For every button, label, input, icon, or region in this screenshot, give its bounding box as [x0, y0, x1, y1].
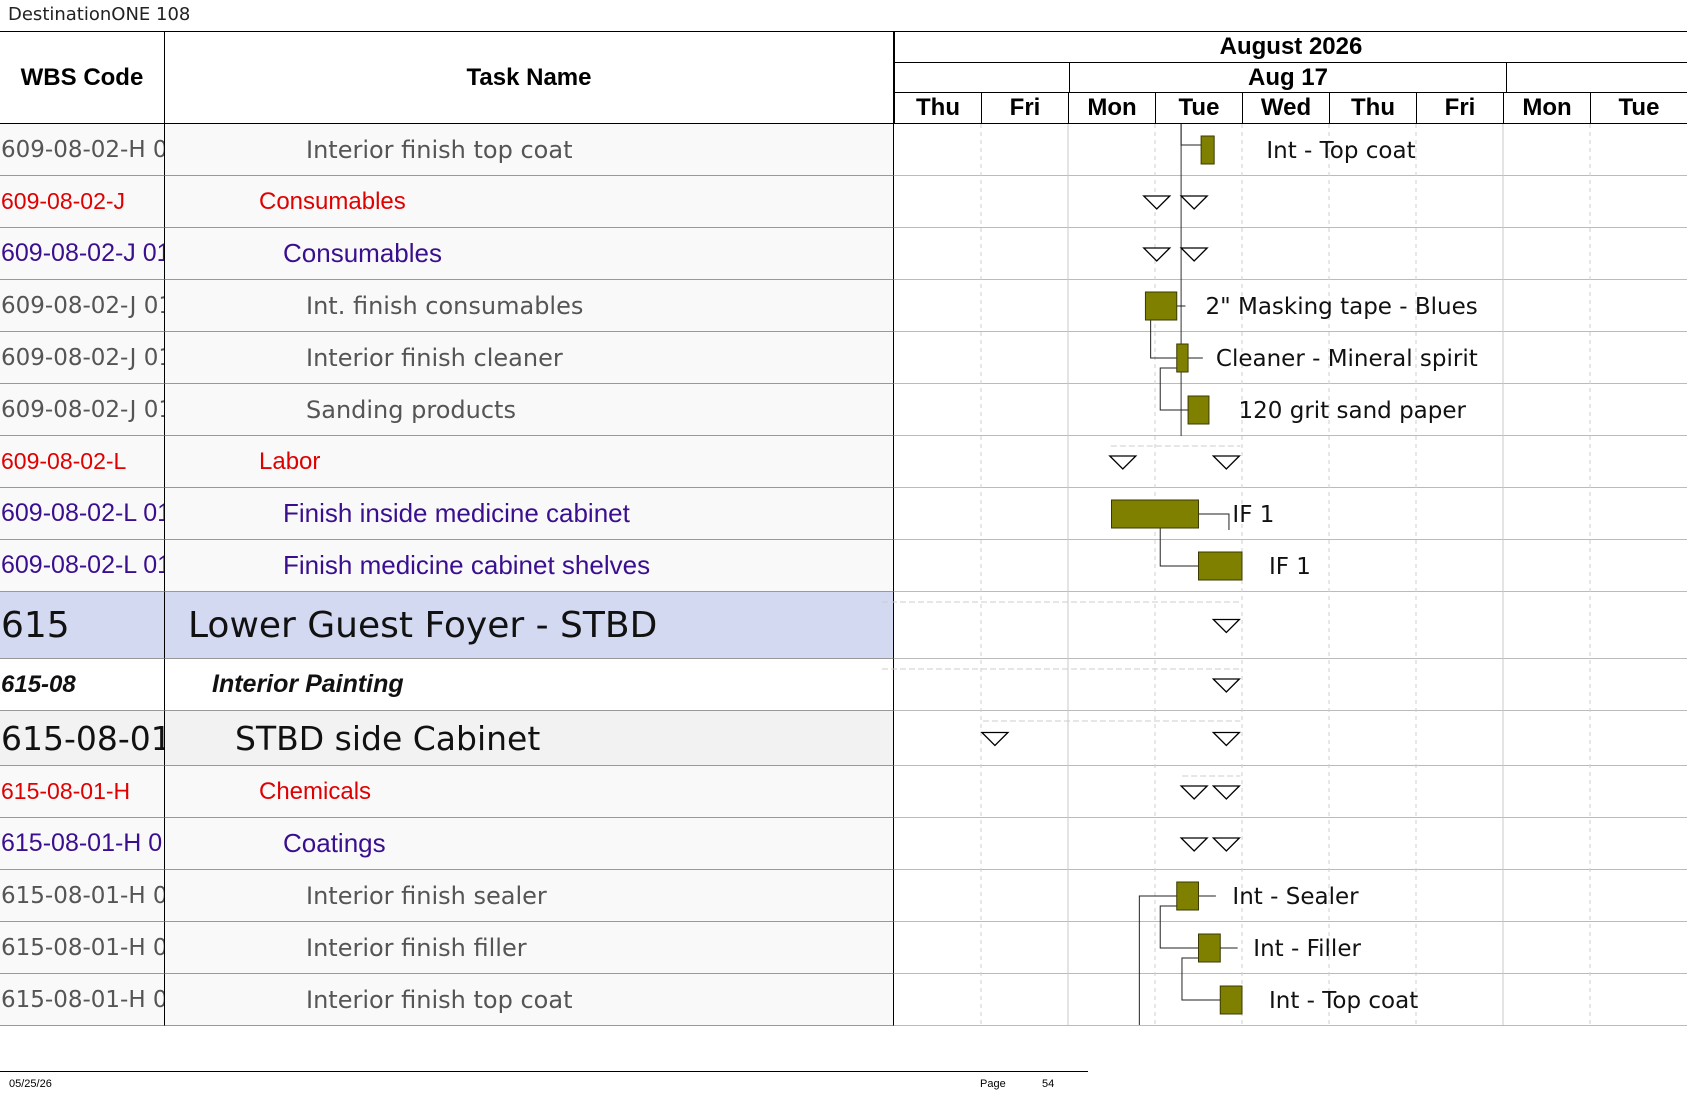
task-bar [1176, 343, 1189, 373]
dependency-link [1198, 513, 1230, 530]
task-bar [1198, 551, 1243, 581]
footer-page-label: Page [980, 1078, 1006, 1090]
dependency-link [1180, 124, 1202, 146]
bar-label: Int - Top coat [1269, 988, 1418, 1014]
bar-label: Int - Filler [1253, 936, 1361, 962]
task-bar [1219, 985, 1243, 1015]
summary-triangle-marker [1179, 195, 1209, 210]
bar-label: 120 grit sand paper [1239, 398, 1467, 424]
task-bar [1111, 499, 1199, 529]
bar-label: IF 1 [1232, 502, 1274, 528]
gantt-grid: WBS Code Task Name August 2026 Aug 17 Th… [0, 32, 1687, 1026]
footer-page-number: 54 [1042, 1078, 1055, 1090]
summary-triangle-marker [1179, 837, 1209, 852]
footer-divider [0, 1071, 1088, 1072]
task-bar [1200, 135, 1215, 165]
summary-triangle-marker [1211, 731, 1241, 747]
gantt-sheet: WBS Code Task Name August 2026 Aug 17 Th… [0, 31, 1687, 1026]
bar-label: 2" Masking tape - Blues [1205, 294, 1477, 320]
footer-date: 05/25/26 [9, 1078, 52, 1090]
summary-triangle-marker [1179, 247, 1209, 262]
dependency-link [1159, 905, 1199, 949]
bar-label: Int - Sealer [1232, 884, 1359, 910]
summary-triangle-marker [1211, 618, 1241, 634]
summary-triangle-marker [980, 731, 1010, 747]
dependency-link [1138, 895, 1177, 1025]
dependency-link [1159, 367, 1189, 411]
summary-triangle-marker [1211, 837, 1241, 852]
bar-label: Cleaner - Mineral spirit [1216, 346, 1478, 372]
summary-triangle-marker [1142, 247, 1172, 262]
summary-triangle-marker [1211, 455, 1241, 470]
summary-triangle-marker [1211, 678, 1241, 693]
summary-triangle-marker [1179, 785, 1209, 800]
task-bar [1187, 395, 1210, 425]
summary-triangle-marker [1108, 455, 1138, 470]
summary-triangle-marker [1142, 195, 1172, 210]
task-bar [1144, 291, 1178, 321]
bar-label: Int - Top coat [1266, 138, 1415, 164]
task-bar [1176, 881, 1199, 911]
document-title: DestinationONE 108 [8, 4, 191, 25]
gantt-chart: Int - Top coat 2" Masking tape - Blues Cle… [882, 124, 1591, 1025]
task-bar [1198, 933, 1221, 963]
dependency-link [1181, 957, 1221, 1001]
bar-label: IF 1 [1269, 554, 1311, 580]
summary-triangle-marker [1211, 785, 1241, 800]
